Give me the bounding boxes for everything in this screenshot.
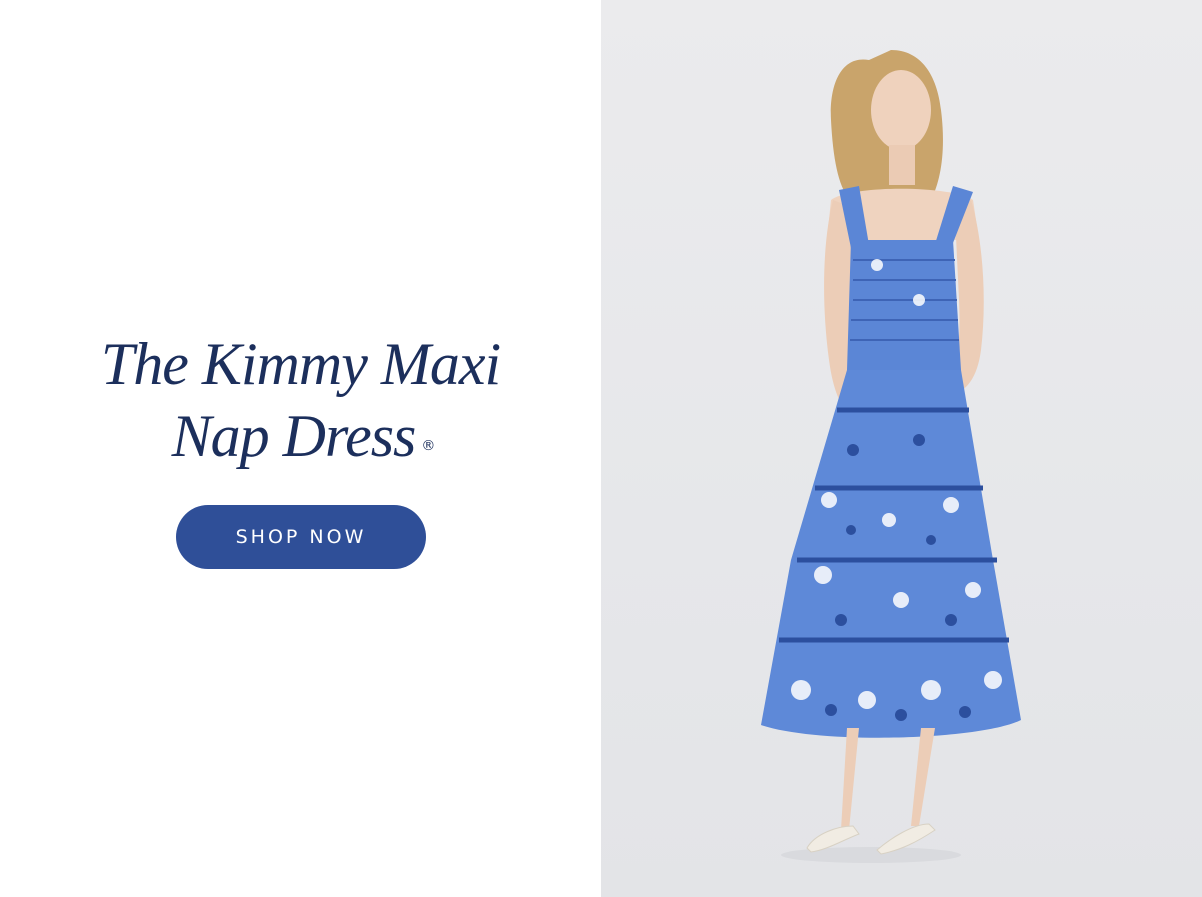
registered-trademark: ®: [421, 438, 436, 454]
headline-line-2-text: Nap Dress: [171, 403, 417, 469]
headline-line-2: Nap Dress ®: [0, 400, 601, 472]
face: [871, 70, 931, 150]
product-headline: The Kimmy Maxi Nap Dress ®: [0, 328, 601, 472]
model-dress-illustration: [761, 50, 1021, 863]
left-leg: [841, 728, 859, 830]
shop-now-button[interactable]: SHOP NOW: [176, 505, 426, 569]
product-photo[interactable]: [601, 0, 1202, 897]
headline-line-1: The Kimmy Maxi: [100, 331, 501, 397]
neck: [889, 145, 915, 185]
right-leg: [911, 728, 935, 826]
text-panel: The Kimmy Maxi Nap Dress ® SHOP NOW: [0, 0, 601, 897]
promo-banner: The Kimmy Maxi Nap Dress ® SHOP NOW: [0, 0, 1202, 897]
